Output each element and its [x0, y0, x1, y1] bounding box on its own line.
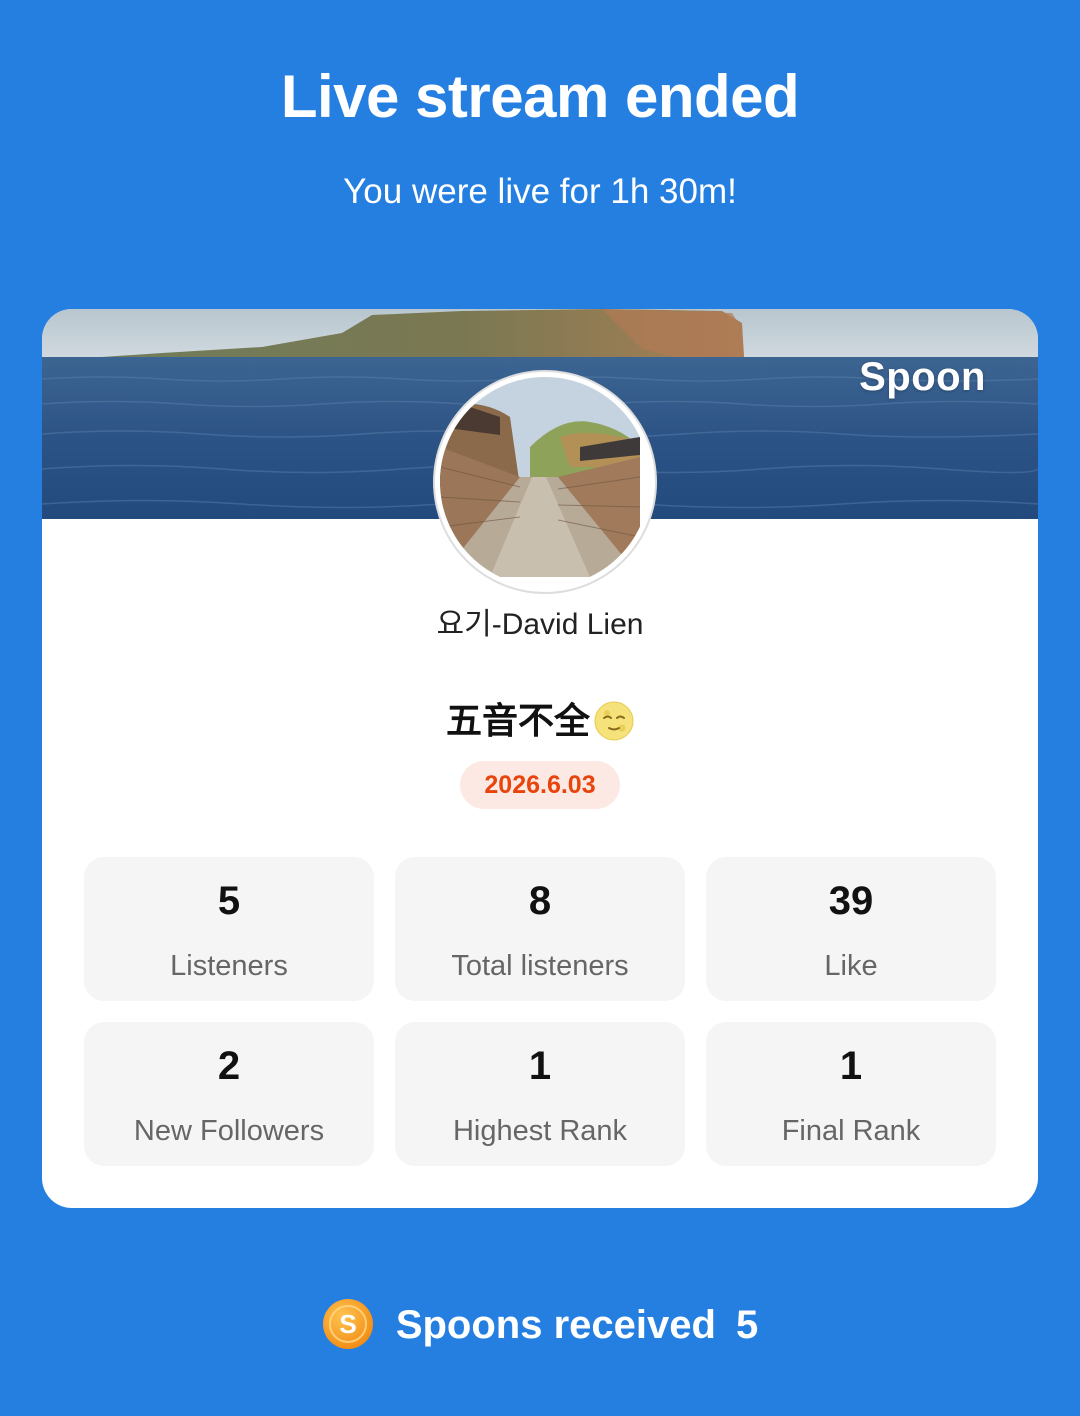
- spoon-coin-icon: S: [322, 1299, 373, 1349]
- username[interactable]: 요기-David Lien: [42, 599, 1038, 643]
- stat-label: Total listeners: [451, 950, 629, 982]
- stat-label: Highest Rank: [452, 1115, 628, 1147]
- live-summary-card: Spoon 요기-David Lien 五音不全 2026.6.03 5 Lis…: [42, 309, 1038, 1208]
- stat-label: Final Rank: [781, 1115, 921, 1147]
- svg-text:S: S: [339, 1309, 356, 1339]
- spoons-label: Spoons received: [395, 1303, 716, 1347]
- live-title-text: 五音不全: [445, 700, 590, 741]
- spoons-received: S Spoons received 5: [0, 1298, 1080, 1350]
- stat-final-rank: 1 Final Rank: [706, 1022, 996, 1166]
- stat-value: 8: [528, 879, 552, 923]
- stat-total-listeners: 8 Total listeners: [395, 857, 685, 1001]
- live-title: 五音不全: [42, 692, 1038, 744]
- full-moon-face-icon: [594, 701, 634, 741]
- date-badge: 2026.6.03: [460, 761, 620, 809]
- stat-value: 2: [217, 1044, 241, 1088]
- stat-like: 39 Like: [706, 857, 996, 1001]
- stat-value: 39: [828, 879, 874, 923]
- stat-listeners: 5 Listeners: [84, 857, 374, 1001]
- stat-value: 1: [839, 1044, 863, 1088]
- page-title: Live stream ended: [280, 63, 800, 130]
- stat-label: Like: [824, 950, 878, 982]
- live-duration-subtitle: You were live for 1h 30m!: [343, 172, 737, 211]
- stat-value: 5: [217, 879, 241, 923]
- stat-label: New Followers: [133, 1115, 325, 1147]
- stat-label: Listeners: [170, 950, 288, 982]
- stat-value: 1: [528, 1044, 552, 1088]
- spoon-logo: Spoon: [859, 355, 986, 399]
- stat-new-followers: 2 New Followers: [84, 1022, 374, 1166]
- spoons-count: 5: [735, 1303, 759, 1347]
- stat-highest-rank: 1 Highest Rank: [395, 1022, 685, 1166]
- avatar[interactable]: [435, 372, 655, 592]
